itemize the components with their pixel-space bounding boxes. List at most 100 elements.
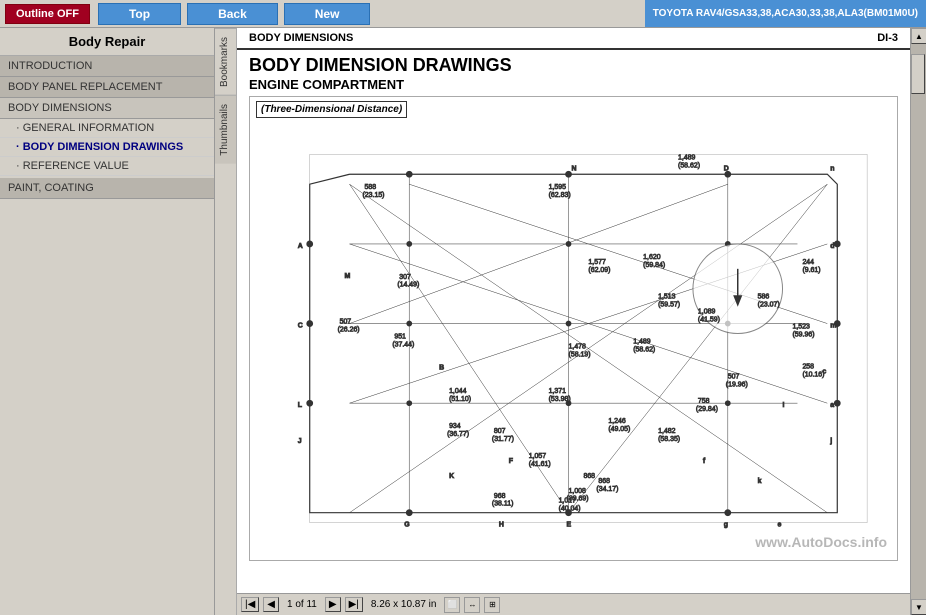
svg-text:H: H (499, 522, 504, 529)
svg-text:M: M (345, 273, 351, 280)
svg-text:k: k (758, 478, 762, 485)
next-end-button[interactable]: ▶| (345, 597, 363, 612)
svg-text:L: L (298, 403, 303, 410)
scroll-track[interactable] (911, 44, 926, 599)
svg-text:(38.11): (38.11) (492, 501, 514, 508)
svg-text:F: F (509, 458, 513, 465)
sidebar-item-introduction[interactable]: INTRODUCTION (0, 56, 214, 77)
svg-text:I: I (783, 403, 785, 410)
svg-text:(53.98): (53.98) (549, 397, 571, 404)
prev-start-button[interactable]: |◀ (241, 597, 259, 612)
nav-top-button[interactable]: Top (98, 3, 181, 25)
svg-text:(23.15): (23.15) (362, 193, 384, 200)
svg-text:951: 951 (394, 334, 406, 341)
svg-text:N: N (572, 166, 577, 173)
sidebar-item-reference-value[interactable]: REFERENCE VALUE (0, 157, 214, 176)
sidebar-item-body-dimension-drawings[interactable]: BODY DIMENSION DRAWINGS (0, 138, 214, 157)
nav-new-button[interactable]: New (284, 3, 371, 25)
svg-text:G: G (404, 522, 409, 529)
svg-text:1,577: 1,577 (588, 259, 606, 266)
zoom-icon[interactable]: ⊞ (484, 597, 500, 613)
title-text2: (BM01M0U) (864, 8, 918, 19)
svg-text:(40.04): (40.04) (559, 506, 581, 513)
svg-text:(62.09): (62.09) (588, 267, 610, 274)
svg-text:1,246: 1,246 (608, 418, 626, 425)
svg-text:968: 968 (494, 493, 506, 500)
main-area: Body Repair INTRODUCTION BODY PANEL REPL… (0, 28, 926, 615)
svg-text:307: 307 (399, 274, 411, 281)
svg-text:(36.77): (36.77) (447, 431, 469, 438)
tab-strip: Bookmarks Thumbnails (215, 28, 237, 615)
sidebar-item-general-info[interactable]: GENERAL INFORMATION (0, 119, 214, 138)
svg-text:1,371: 1,371 (549, 389, 567, 396)
tab-bookmarks[interactable]: Bookmarks (215, 28, 236, 95)
svg-text:258: 258 (802, 364, 814, 371)
svg-text:1,489: 1,489 (678, 155, 696, 162)
fit-page-icon[interactable]: ⬜ (444, 597, 460, 613)
diagram-label: (Three-Dimensional Distance) (256, 101, 407, 118)
doc-header: BODY DIMENSIONS DI-3 (237, 28, 910, 50)
svg-text:1,513: 1,513 (658, 294, 676, 301)
svg-text:a: a (830, 403, 834, 410)
svg-text:C: C (298, 323, 303, 330)
fit-width-icon[interactable]: ↔ (464, 597, 480, 613)
title-text: TOYOTA RAV4/GSA33,38,ACA30,33,38,ALA3 (653, 8, 864, 19)
scroll-down-button[interactable]: ▼ (911, 599, 926, 615)
svg-text:(39.69): (39.69) (567, 496, 589, 503)
svg-text:507: 507 (340, 319, 352, 326)
svg-text:1,008: 1,008 (569, 488, 587, 495)
svg-text:1,057: 1,057 (529, 453, 547, 460)
doc-page-ref: DI-3 (877, 32, 898, 44)
svg-text:(31.77): (31.77) (492, 436, 514, 443)
svg-text:A: A (298, 243, 303, 250)
sidebar-item-paint-coating[interactable]: PAINT, COATING (0, 178, 214, 199)
svg-text:1,482: 1,482 (658, 428, 676, 435)
svg-text:934: 934 (449, 423, 461, 430)
scroll-up-button[interactable]: ▲ (911, 28, 926, 44)
outline-button[interactable]: Outline OFF (5, 4, 90, 24)
sidebar: Body Repair INTRODUCTION BODY PANEL REPL… (0, 28, 215, 615)
prev-button[interactable]: ◀ (263, 597, 279, 612)
title-bar: TOYOTA RAV4/GSA33,38,ACA30,33,38,ALA3 (B… (645, 0, 926, 27)
doc-section-label: BODY DIMENSIONS (249, 32, 353, 44)
svg-text:(37.44): (37.44) (392, 342, 414, 349)
svg-text:m: m (830, 323, 836, 330)
svg-text:(58.19): (58.19) (569, 352, 591, 359)
svg-text:1,523: 1,523 (792, 324, 810, 331)
svg-text:(23.07): (23.07) (758, 302, 780, 309)
svg-text:(9.61): (9.61) (802, 267, 820, 274)
svg-text:1,044: 1,044 (449, 389, 467, 396)
scroll-thumb[interactable] (911, 54, 925, 94)
svg-text:807: 807 (494, 428, 506, 435)
svg-text:(41.59): (41.59) (698, 317, 720, 324)
document-viewer: BODY DIMENSIONS DI-3 BODY DIMENSION DRAW… (237, 28, 910, 615)
svg-text:(49.05): (49.05) (608, 426, 630, 433)
svg-text:758: 758 (698, 399, 710, 406)
svg-text:507: 507 (728, 374, 740, 381)
next-button[interactable]: ▶ (325, 597, 341, 612)
tab-thumbnails[interactable]: Thumbnails (215, 95, 236, 164)
sidebar-title: Body Repair (0, 28, 214, 56)
svg-text:868: 868 (583, 473, 595, 480)
svg-text:1,595: 1,595 (549, 185, 567, 192)
page-current: 1 (287, 599, 293, 610)
svg-text:g: g (724, 522, 728, 529)
svg-text:(51.10): (51.10) (449, 397, 471, 404)
svg-text:E: E (567, 522, 572, 529)
svg-text:e: e (778, 522, 782, 529)
svg-text:(41.61): (41.61) (529, 461, 551, 468)
content-area: Bookmarks Thumbnails BODY DIMENSIONS DI-… (215, 28, 926, 615)
sidebar-item-body-dimensions[interactable]: BODY DIMENSIONS (0, 98, 214, 119)
svg-text:(58.62): (58.62) (678, 163, 700, 170)
diagram-container: (Three-Dimensional Distance) (249, 96, 898, 561)
nav-back-button[interactable]: Back (187, 3, 278, 25)
svg-text:868: 868 (598, 478, 610, 485)
svg-text:1,089: 1,089 (698, 309, 716, 316)
page-separator: of (295, 599, 306, 610)
svg-text:(14.49): (14.49) (397, 282, 419, 289)
svg-text:K: K (449, 473, 454, 480)
sidebar-item-body-panel[interactable]: BODY PANEL REPLACEMENT (0, 77, 214, 98)
svg-text:244: 244 (802, 259, 814, 266)
svg-text:(10.16): (10.16) (802, 372, 824, 379)
doc-title: BODY DIMENSION DRAWINGS (249, 54, 898, 77)
